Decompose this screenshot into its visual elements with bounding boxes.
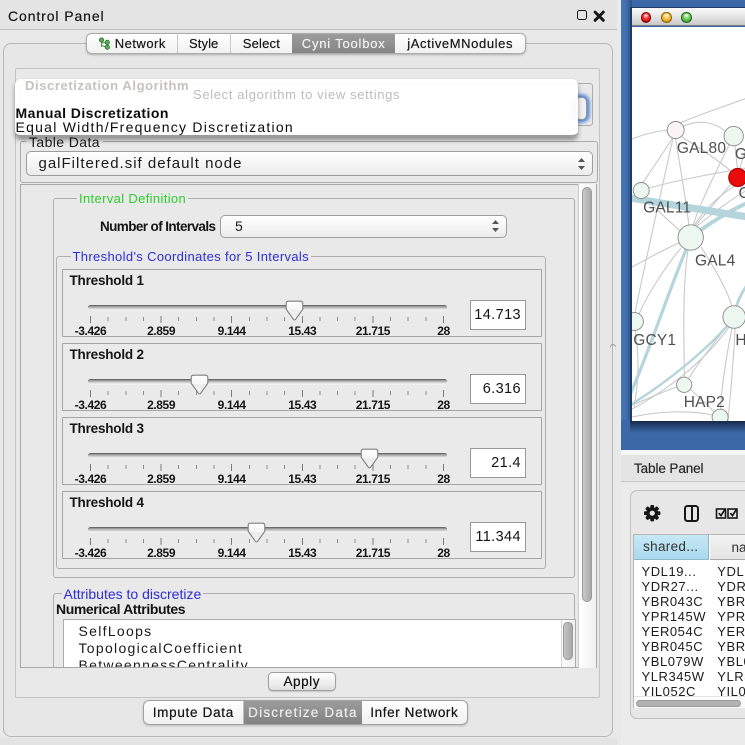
svg-text:G.: G. xyxy=(734,146,745,163)
svg-text:GAL80: GAL80 xyxy=(676,140,725,157)
svg-text:H: H xyxy=(735,332,745,349)
svg-text:GAL11: GAL11 xyxy=(643,199,691,216)
svg-text:GAL4: GAL4 xyxy=(695,253,736,270)
svg-text:C.: C. xyxy=(738,185,745,202)
svg-text:HAP2: HAP2 xyxy=(683,394,724,411)
svg-text:GCY1: GCY1 xyxy=(633,332,676,349)
